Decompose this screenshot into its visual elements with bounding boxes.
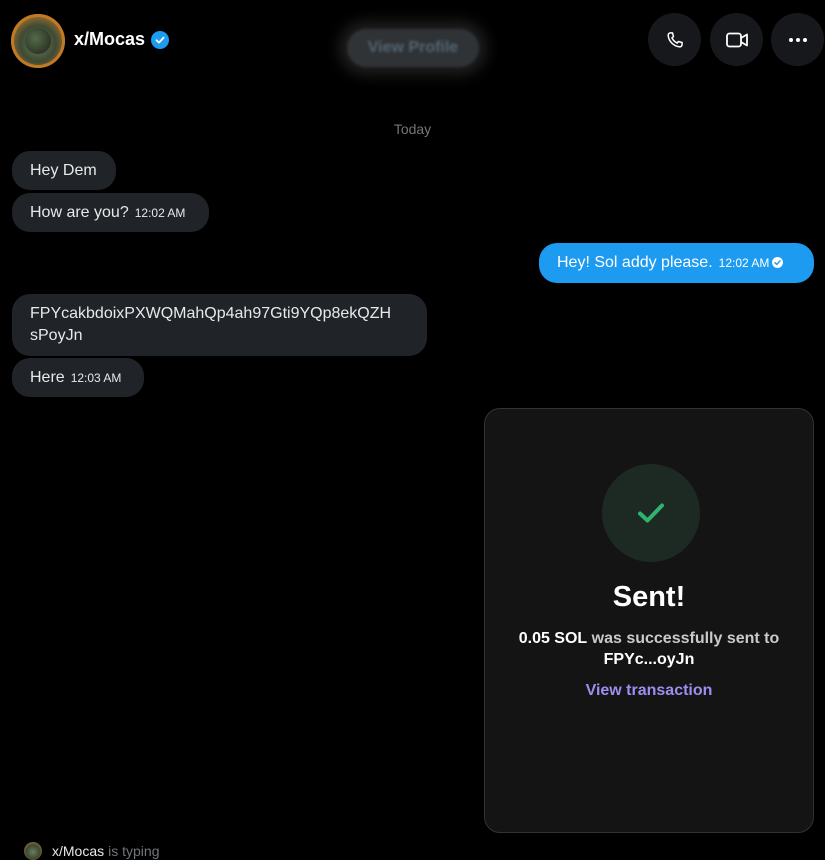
contact-name[interactable]: x/Mocas: [74, 29, 145, 50]
typing-avatar: [24, 842, 42, 860]
phone-icon: [666, 31, 683, 48]
more-options-button[interactable]: [771, 13, 824, 66]
date-separator: Today: [393, 121, 432, 137]
transfer-summary: 0.05 SOL was successfully sent to FPYc..…: [485, 628, 813, 670]
message-text-line: sPoyJn: [30, 327, 83, 344]
message-bubble-incoming[interactable]: Here 12:03 AM: [12, 358, 144, 397]
conversation-header: x/Mocas View Profile: [0, 0, 825, 80]
message-timestamp: 12:02 AM: [134, 206, 186, 220]
view-transaction-link[interactable]: View transaction: [485, 682, 813, 700]
message-bubble-incoming[interactable]: How are you? 12:02 AM: [12, 193, 209, 232]
message-timestamp: 12:03 AM: [70, 371, 122, 385]
conversation-title: x/Mocas: [74, 29, 170, 50]
message-text-line: FPYcakbdoixPXWQMahQp4ah97Gti9YQp8ekQZH: [30, 305, 392, 322]
transaction-card: Sent! 0.05 SOL was successfully sent to …: [484, 408, 814, 833]
message-bubble-outgoing[interactable]: Hey! Sol addy please. 12:02 AM: [539, 243, 814, 283]
more-icon: [788, 37, 807, 42]
transfer-message: was successfully sent to: [587, 630, 780, 647]
video-call-button[interactable]: [710, 13, 763, 66]
verified-badge-icon: [151, 30, 170, 49]
transfer-recipient: FPYc...oyJn: [603, 651, 695, 668]
video-icon: [725, 32, 748, 47]
message-text: Hey! Sol addy please.: [557, 254, 713, 271]
message-timestamp: 12:02 AM: [718, 256, 770, 270]
message-text: Hey Dem: [30, 162, 97, 179]
call-button[interactable]: [648, 13, 701, 66]
message-bubble-incoming[interactable]: Hey Dem: [12, 151, 116, 190]
typing-name: x/Mocas: [52, 843, 105, 859]
typing-status: is typing: [108, 843, 160, 859]
message-text: Here: [30, 369, 65, 386]
transfer-status-title: Sent!: [612, 581, 686, 613]
read-receipt-icon: [772, 257, 784, 268]
view-profile-button[interactable]: View Profile: [347, 29, 479, 67]
transfer-amount: 0.05 SOL: [518, 630, 588, 647]
message-text: How are you?: [30, 204, 129, 221]
message-bubble-incoming[interactable]: FPYcakbdoixPXWQMahQp4ah97Gti9YQp8ekQZH s…: [12, 294, 427, 356]
success-badge: [602, 464, 700, 562]
avatar[interactable]: [11, 14, 65, 68]
typing-indicator: x/Mocas is typing: [24, 842, 159, 860]
checkmark-icon: [638, 503, 664, 523]
